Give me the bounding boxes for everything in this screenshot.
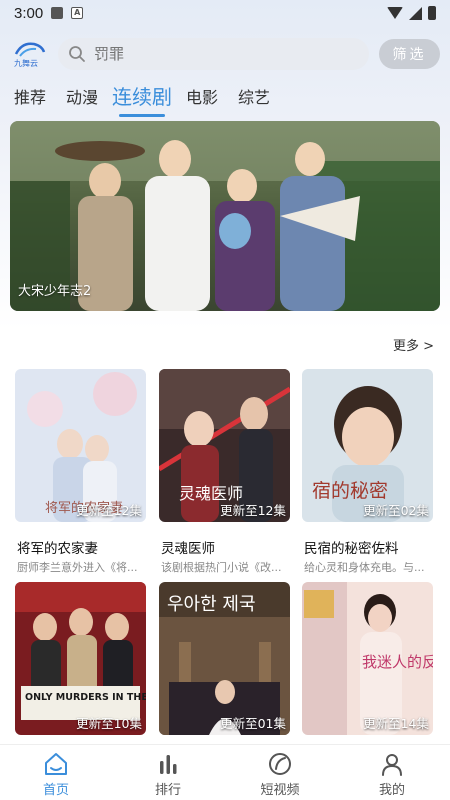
episode-badge: 更新至10集 xyxy=(76,716,142,731)
ranking-icon xyxy=(160,755,177,774)
poster-text: 我迷人的反派 xyxy=(362,653,433,671)
card-title: 民宿的秘密佐料 xyxy=(304,541,399,557)
featured-banner[interactable]: 大宋少年志2 xyxy=(10,121,440,311)
category-tabs: 推荐 动漫 连续剧 电影 综艺 xyxy=(0,84,450,118)
tab-movies[interactable]: 电影 xyxy=(186,84,218,108)
poster-text: ONLY MURDERS IN THE BUILDING xyxy=(25,692,146,703)
poster: ONLY MURDERS IN THE BUILDING 更新至10集 xyxy=(15,582,146,735)
status-icons xyxy=(387,6,436,20)
drama-card[interactable]: 灵魂医师 更新至12集 灵魂医师 该剧根据热门小说《改... xyxy=(159,369,290,574)
search-bar[interactable] xyxy=(58,38,369,70)
card-title: 将军的农家妻 xyxy=(17,541,98,557)
nav-short-video[interactable]: 短视频 xyxy=(240,751,320,798)
tab-recommend[interactable]: 推荐 xyxy=(14,84,46,108)
drama-card[interactable]: 我迷人的反派 更新至14集 xyxy=(302,582,433,735)
card-description: 给心灵和身体充电。与... xyxy=(304,561,425,574)
episode-badge: 更新至12集 xyxy=(76,503,142,518)
nav-label: 首页 xyxy=(42,783,69,798)
nav-profile[interactable]: 我的 xyxy=(352,751,432,798)
nav-label: 排行 xyxy=(154,783,181,798)
app-logo[interactable]: 九舞云 xyxy=(12,40,48,68)
logo-text: 九舞云 xyxy=(14,58,38,68)
poster: 宿的秘密 更新至02集 xyxy=(302,369,433,522)
banner-title: 大宋少年志2 xyxy=(18,284,92,299)
tab-tv-series[interactable]: 连续剧 xyxy=(112,81,172,110)
tab-variety[interactable]: 综艺 xyxy=(238,84,270,108)
search-icon xyxy=(69,46,85,62)
card-description: 厨师李兰意外进入《将... xyxy=(17,561,138,574)
card-title: 灵魂医师 xyxy=(161,541,215,557)
active-tab-indicator xyxy=(119,114,165,117)
poster-text: 宿的秘密 xyxy=(312,480,388,502)
poster-text: 우아한 제국 xyxy=(167,594,256,615)
image-notification-icon xyxy=(51,7,64,19)
episode-badge: 更新至12集 xyxy=(220,503,286,518)
drama-card[interactable]: 将军的农家妻 更新至12集 将军的农家妻 厨师李兰意外进入《将... xyxy=(15,369,146,574)
status-time: 3:00 xyxy=(14,4,44,22)
wifi-icon xyxy=(387,7,403,19)
signal-icon xyxy=(409,6,422,20)
drama-card[interactable]: 우아한 제국 更新至01集 xyxy=(159,582,290,735)
search-input[interactable] xyxy=(94,45,324,63)
a-notification-icon: A xyxy=(71,7,84,19)
nav-label: 我的 xyxy=(378,783,405,798)
short-video-icon xyxy=(269,753,291,775)
poster: 我迷人的反派 更新至14集 xyxy=(302,582,433,735)
card-description: 该剧根据热门小说《改... xyxy=(161,561,282,574)
status-bar: 3:00 A xyxy=(0,0,450,26)
nav-ranking[interactable]: 排行 xyxy=(128,751,208,798)
episode-badge: 更新至02集 xyxy=(363,503,429,518)
home-icon xyxy=(45,753,67,775)
episode-badge: 更新至14集 xyxy=(363,716,429,731)
nav-label: 短视频 xyxy=(260,783,300,798)
header: 九舞云 筛选 xyxy=(0,36,450,72)
bottom-navigation: 首页 排行 短视频 我的 xyxy=(0,744,450,800)
battery-icon xyxy=(428,6,436,20)
tab-anime[interactable]: 动漫 xyxy=(66,84,98,108)
drama-card[interactable]: 宿的秘密 更新至02集 民宿的秘密佐料 给心灵和身体充电。与... xyxy=(302,369,433,574)
poster: 우아한 제국 更新至01集 xyxy=(159,582,290,735)
poster: 将军的农家妻 更新至12集 xyxy=(15,369,146,522)
nav-home[interactable]: 首页 xyxy=(16,751,96,798)
drama-card[interactable]: ONLY MURDERS IN THE BUILDING 更新至10集 xyxy=(15,582,146,735)
more-link[interactable]: 更多 > xyxy=(393,335,434,354)
filter-button[interactable]: 筛选 xyxy=(379,39,440,69)
episode-badge: 更新至01集 xyxy=(220,716,286,731)
poster: 灵魂医师 更新至12集 xyxy=(159,369,290,522)
profile-icon xyxy=(382,754,402,776)
